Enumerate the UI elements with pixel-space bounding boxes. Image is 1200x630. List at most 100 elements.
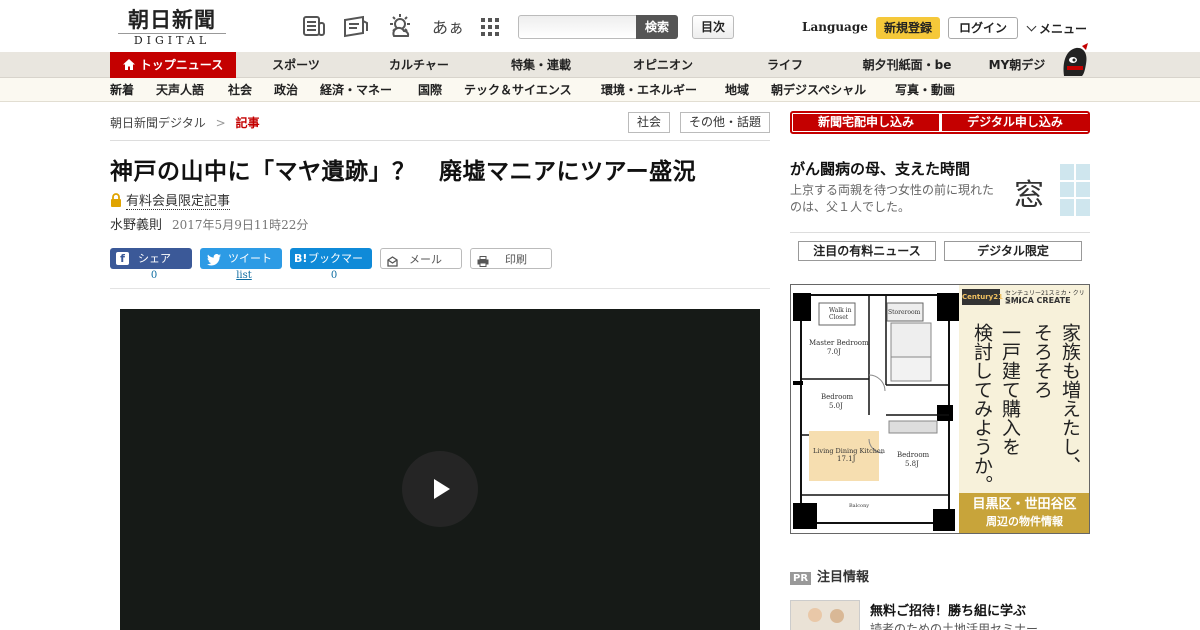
- play-icon: [434, 479, 450, 499]
- register-button[interactable]: 新規登録: [876, 17, 940, 39]
- divider: [790, 232, 1090, 233]
- nav-top-news[interactable]: トップニュース: [110, 52, 236, 78]
- ad-copy-line: 一戸建て購入を: [999, 323, 1021, 456]
- byline: 水野義則 2017年5月9日11時22分: [110, 214, 308, 233]
- nav-life[interactable]: ライフ: [762, 52, 808, 78]
- hatena-count: 0: [330, 270, 338, 281]
- tag-other-topics[interactable]: その他・話題: [680, 112, 770, 133]
- mail-icon: [387, 253, 398, 274]
- secondary-nav: 新着 天声人語 社会 政治 経済・マネー 国際 テック＆サイエンス 環境・エネル…: [0, 78, 1200, 102]
- pr-subtitle: 読者のための土地活用セミナー: [870, 622, 1039, 630]
- login-button[interactable]: ログイン: [948, 17, 1018, 39]
- room-label: Living Dining Kitchen: [813, 447, 885, 455]
- breadcrumb-current: 記事: [235, 116, 260, 130]
- nav-opinion[interactable]: オピニオン: [627, 52, 699, 78]
- room-label: Bedroom: [897, 451, 930, 459]
- tab-paid-news[interactable]: 注目の有料ニュース: [798, 241, 936, 261]
- ad-copy-panel: Century21 センチュリー21スミカ・クリエイト SMICA CREATE…: [959, 285, 1089, 533]
- twitter-count-link[interactable]: list: [203, 270, 285, 281]
- floor-plan: Walk in Closet Storeroom Master Bedroom …: [791, 285, 959, 533]
- room-label: Walk in Closet: [829, 307, 852, 321]
- language-link[interactable]: Language: [802, 20, 868, 34]
- ad-area-sub: 周辺の物件情報: [986, 515, 1063, 528]
- font-size-icon[interactable]: あぁ: [432, 14, 464, 38]
- ad-brand-name: SMICA CREATE: [1005, 296, 1071, 305]
- divider: [110, 288, 770, 289]
- tab-digital-only[interactable]: デジタル限定: [944, 241, 1082, 261]
- menu-label: メニュー: [1039, 22, 1088, 36]
- site-logo[interactable]: 朝日新聞 DIGITAL: [112, 8, 232, 48]
- window-logo-text: 窓: [1014, 178, 1044, 213]
- toc-button[interactable]: 目次: [692, 15, 734, 39]
- nav-special[interactable]: 朝デジスペシャル: [771, 78, 866, 102]
- menu-button[interactable]: メニュー: [1026, 20, 1088, 37]
- newspaper-icon[interactable]: [300, 12, 328, 40]
- promo-title[interactable]: がん闘病の母、支えた時間: [790, 158, 970, 179]
- nav-tensei-jingo[interactable]: 天声人語: [156, 78, 204, 102]
- room-size: 7.0J: [827, 348, 841, 356]
- tag-society[interactable]: 社会: [628, 112, 670, 133]
- room-size: 17.1J: [837, 455, 856, 463]
- paper-edition-icon[interactable]: [342, 12, 370, 40]
- hatena-icon: B!: [294, 252, 308, 265]
- nav-my-asadigi[interactable]: MY朝デジ: [984, 52, 1050, 78]
- ad-copy-line: そろそろ: [1031, 323, 1053, 399]
- room-label: Bedroom: [821, 393, 854, 401]
- logo-japanese: 朝日新聞: [128, 7, 216, 32]
- facebook-count: 0: [150, 270, 158, 281]
- play-button[interactable]: [402, 451, 478, 527]
- tweet-button[interactable]: ツイート: [200, 248, 282, 269]
- breadcrumb-home[interactable]: 朝日新聞デジタル: [110, 116, 206, 130]
- window-logo[interactable]: 窓: [1010, 164, 1090, 216]
- nav-features[interactable]: 特集・連載: [505, 52, 577, 78]
- apply-home-delivery-button[interactable]: 新聞宅配申し込み: [793, 114, 939, 131]
- nav-politics[interactable]: 政治: [274, 78, 298, 102]
- subscription-bar: 新聞宅配申し込み デジタル申し込み: [790, 111, 1090, 134]
- search-input[interactable]: [518, 15, 638, 39]
- nav-international[interactable]: 国際: [418, 78, 442, 102]
- facebook-icon: f: [116, 252, 129, 265]
- advertisement-banner[interactable]: Walk in Closet Storeroom Master Bedroom …: [790, 284, 1090, 534]
- mascot-icon[interactable]: [1056, 42, 1092, 78]
- promo-text: 上京する両親を待つ女性の前に現れたのは、父１人でした。: [790, 183, 995, 214]
- apps-grid-icon[interactable]: [476, 12, 504, 40]
- nav-region[interactable]: 地域: [725, 78, 749, 102]
- pr-thumbnail[interactable]: [790, 600, 860, 630]
- ad-area-box: 目黒区・世田谷区 周辺の物件情報: [959, 493, 1089, 533]
- nav-sports[interactable]: スポーツ: [266, 52, 326, 78]
- article-headline: 神戸の山中に「マヤ遺跡」？ 廃墟マニアにツアー盛況: [110, 159, 697, 185]
- ad-area: 目黒区・世田谷区: [972, 497, 1077, 512]
- nav-tech-science[interactable]: テック＆サイエンス: [464, 78, 572, 102]
- divider: [110, 140, 770, 141]
- lock-icon: [110, 193, 122, 211]
- ad-copy-line: 家族も増えたし、: [1059, 323, 1081, 475]
- search-button[interactable]: 検索: [636, 15, 678, 39]
- pr-badge: PR: [790, 572, 812, 585]
- nav-photo-video[interactable]: 写真・動画: [895, 78, 955, 102]
- century21-logo: Century21: [962, 289, 1003, 305]
- room-label: Balcony: [849, 503, 870, 509]
- author: 水野義則: [110, 218, 163, 233]
- pr-title[interactable]: 無料ご招待！勝ち組に学ぶ: [870, 600, 1026, 619]
- weather-icon[interactable]: [386, 12, 414, 40]
- nav-economy[interactable]: 経済・マネー: [320, 78, 392, 102]
- breadcrumb-separator: >: [215, 116, 226, 130]
- hatena-bookmark-button[interactable]: B! ブックマーク: [290, 248, 372, 286]
- chevron-down-icon: [1026, 21, 1037, 32]
- facebook-share-button[interactable]: f シェア: [110, 248, 192, 269]
- breadcrumb: 朝日新聞デジタル > 記事: [110, 114, 260, 131]
- publish-date: 2017年5月9日11時22分: [172, 218, 309, 232]
- nav-paper[interactable]: 朝夕刊紙面・be: [858, 52, 956, 78]
- print-button[interactable]: 印刷: [470, 248, 552, 269]
- nav-culture[interactable]: カルチャー: [384, 52, 454, 78]
- paid-article-label[interactable]: 有料会員限定記事: [110, 190, 231, 211]
- mail-button[interactable]: メール: [380, 248, 462, 269]
- apply-digital-button[interactable]: デジタル申し込み: [942, 114, 1088, 131]
- print-icon: [477, 253, 489, 274]
- nav-latest[interactable]: 新着: [110, 78, 134, 102]
- room-label: Master Bedroom: [809, 339, 869, 347]
- nav-society[interactable]: 社会: [228, 78, 252, 102]
- home-icon: [122, 53, 135, 79]
- logo-english: DIGITAL: [118, 33, 226, 48]
- nav-environment[interactable]: 環境・エネルギー: [601, 78, 697, 102]
